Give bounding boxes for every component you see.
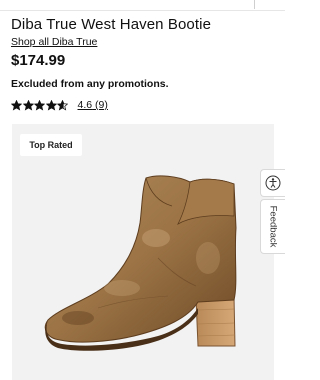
- feedback-tab[interactable]: Feedback: [260, 199, 285, 254]
- review-count: (9): [95, 99, 108, 111]
- product-image[interactable]: [38, 168, 248, 374]
- accessibility-button[interactable]: [260, 169, 285, 197]
- product-rating: 4.6 (9): [11, 98, 108, 112]
- header-rule: [0, 10, 285, 11]
- reviews-link[interactable]: 4.6 (9): [78, 99, 108, 111]
- accessibility-icon: [265, 175, 281, 191]
- promo-exclusion-note: Excluded from any promotions.: [11, 78, 169, 90]
- header-divider: [254, 0, 255, 9]
- star-icon: [11, 99, 22, 110]
- feedback-label: Feedback: [267, 205, 279, 248]
- top-strip: [0, 0, 285, 12]
- product-price: $174.99: [11, 52, 66, 69]
- product-title: Diba True West Haven Bootie: [11, 16, 212, 33]
- top-rated-badge: Top Rated: [20, 134, 82, 156]
- rating-stars: [11, 99, 69, 111]
- star-icon: [45, 99, 57, 110]
- star-icon: [57, 99, 68, 110]
- star-icon: [22, 99, 34, 110]
- star-icon: [34, 99, 45, 110]
- shop-all-brand-link[interactable]: Shop all Diba True: [11, 36, 97, 48]
- rating-value: 4.6: [77, 99, 93, 111]
- product-image-gallery[interactable]: Top Rated: [12, 124, 274, 380]
